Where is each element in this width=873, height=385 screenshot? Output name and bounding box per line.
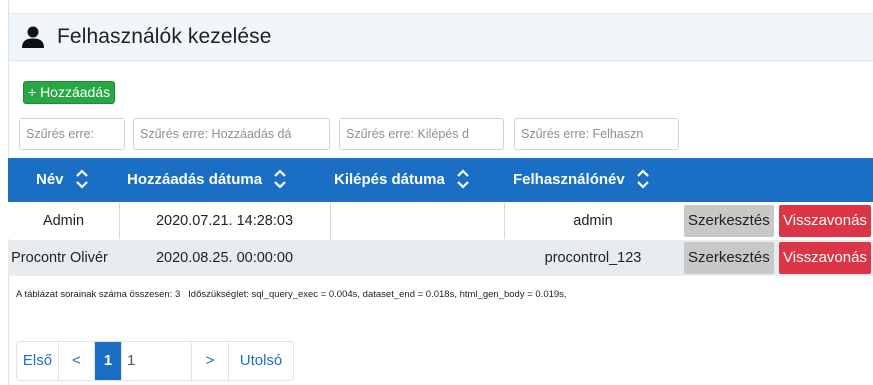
sort-icon [457,166,469,192]
table-row: Admin 2020.07.21. 14:28:03 admin Szerkes… [8,203,873,239]
sort-icon [274,166,286,192]
filter-username-input[interactable]: Szűrés erre: Felhaszn [514,118,679,150]
pagination: Első < 1 1 > Utolsó [16,341,294,381]
table-header: Név Hozzáadás dátuma Kilépés dátuma Felh… [8,158,873,202]
user-icon [21,26,45,48]
col-exit-date-header[interactable]: Kilépés dátuma [334,158,469,202]
cell-name: Admin [42,213,85,229]
last-page-button[interactable]: Utolsó [229,342,293,380]
cell-added-date: 2020.08.25. 00:00:00 [155,250,294,266]
revoke-button[interactable]: Visszavonás [779,205,871,237]
filter-added-date-input[interactable]: Szűrés erre: Hozzáadás dá [133,118,330,150]
prev-page-button[interactable]: < [59,342,95,380]
first-page-button[interactable]: Első [17,342,59,380]
card-header: Felhasználók kezelése [9,13,873,61]
filter-exit-date-input[interactable]: Szűrés erre: Kilépés d [339,118,504,150]
sort-icon [75,166,88,192]
cell-username: procontrol_123 [544,250,642,266]
col-name-header[interactable]: Név [36,158,88,202]
edit-button[interactable]: Szerkesztés [684,242,774,274]
sort-icon [637,166,649,192]
cell-exit-date [330,240,504,276]
page-number-input[interactable]: 1 [122,342,192,380]
page-title: Felhasználók kezelése [57,25,272,48]
revoke-button[interactable]: Visszavonás [779,242,871,274]
filter-name-input[interactable]: Szűrés erre: [19,118,125,150]
cell-name: Procontr Olivér [11,250,108,266]
table-row: Procontr Olivér 2020.08.25. 00:00:00 pro… [8,240,873,276]
cell-exit-date [330,203,504,239]
table-summary: A táblázat sorainak száma összesen: 3 Id… [16,289,567,300]
col-username-header[interactable]: Felhasználónév [513,158,649,202]
current-page[interactable]: 1 [95,342,122,380]
col-added-date-header[interactable]: Hozzáadás dátuma [127,158,286,202]
next-page-button[interactable]: > [192,342,229,380]
edit-button[interactable]: Szerkesztés [684,205,774,237]
cell-username: admin [573,213,613,229]
add-user-button[interactable]: + Hozzáadás [23,81,116,104]
cell-added-date: 2020.07.21. 14:28:03 [155,213,294,229]
